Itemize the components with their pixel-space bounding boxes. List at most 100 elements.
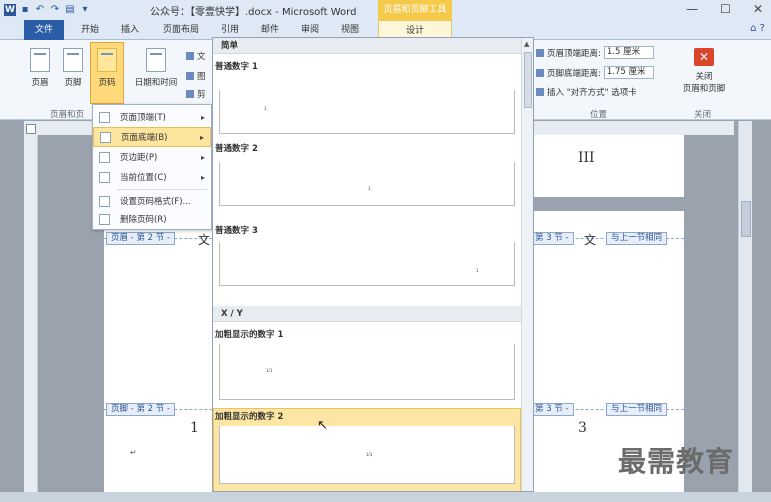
sample-number: 1 — [264, 106, 267, 111]
context-tool-label: 页眉和页脚工具 — [378, 0, 452, 20]
insert-align-tab-button[interactable]: 插入 "对齐方式" 选项卡 — [536, 86, 637, 98]
print-preview-icon[interactable]: ▤ — [64, 4, 76, 16]
menu-remove-page-numbers-label: 删除页码(R) — [120, 215, 167, 225]
vertical-scrollbar[interactable] — [738, 121, 752, 492]
menu-page-margins-label: 页边距(P) — [120, 153, 158, 163]
footer-button[interactable]: 页脚 — [58, 48, 88, 88]
gallery-item-plain-3[interactable]: 1 — [219, 242, 515, 286]
header-icon — [30, 48, 50, 72]
bottom-of-page-icon — [100, 131, 111, 143]
header-tag-left: 页眉 - 第 2 节 - — [106, 232, 176, 245]
footer-page-number-right: 3 — [578, 420, 587, 436]
align-tab-icon — [536, 88, 544, 96]
roman-page-number: III — [578, 150, 595, 166]
footer-distance-field[interactable]: 页脚底端距离: 1.75 厘米 — [536, 66, 654, 79]
maximize-button[interactable]: ☐ — [720, 2, 731, 16]
wen-char-right: 文 — [584, 233, 597, 247]
gallery-item-plain-1[interactable]: 1 — [219, 90, 515, 134]
menu-remove-page-numbers[interactable]: 删除页码(R) — [93, 209, 211, 229]
wen-char-left: 文 — [198, 233, 211, 247]
page-number-label: 页码 — [98, 78, 116, 88]
top-of-page-icon — [99, 111, 110, 123]
header-distance-input[interactable]: 1.5 厘米 — [603, 46, 654, 59]
menu-bottom-of-page[interactable]: 页面底端(B) ▸ — [93, 127, 211, 147]
datetime-label: 日期和时间 — [134, 78, 178, 88]
status-bar — [0, 492, 771, 502]
gallery-scroll-thumb[interactable] — [524, 52, 532, 108]
gallery-item-plain-2[interactable]: 1 — [219, 162, 515, 206]
undo-icon[interactable]: ↶ — [34, 4, 46, 16]
calendar-icon — [146, 48, 166, 72]
picture-icon — [186, 72, 194, 80]
gallery-item-bold-1[interactable]: 1/1 — [219, 344, 515, 400]
menu-top-of-page[interactable]: 页面顶端(T) ▸ — [93, 107, 211, 127]
menu-format-page-numbers-label: 设置页码格式(F)... — [120, 197, 191, 207]
save-icon[interactable]: ▪ — [19, 4, 31, 16]
footer-distance-input[interactable]: 1.75 厘米 — [603, 66, 654, 79]
gallery-section-xy: X / Y — [213, 306, 521, 322]
menu-current-position-label: 当前位置(C) — [120, 173, 167, 183]
footer-tag-left: 页脚 - 第 2 节 - — [106, 403, 176, 416]
word-app-icon[interactable]: W — [4, 4, 16, 16]
menu-format-page-numbers[interactable]: 设置页码格式(F)... — [93, 191, 211, 211]
gallery-item-bold-1-label: 加粗显示的数字 1 — [215, 330, 284, 340]
help-icon[interactable]: ⌂ ? — [750, 23, 765, 34]
tab-insert[interactable]: 插入 — [112, 20, 148, 40]
gallery-item-bold-2[interactable]: 1/1 — [219, 426, 515, 484]
menu-bottom-of-page-label: 页面底端(B) — [121, 133, 168, 143]
tab-selector[interactable] — [26, 124, 36, 134]
close-header-footer-button[interactable]: ✕ 关闭 页眉和页脚 — [682, 48, 726, 94]
submenu-arrow-icon: ▸ — [200, 172, 205, 182]
redo-icon[interactable]: ↷ — [49, 4, 61, 16]
minimize-button[interactable]: — — [686, 2, 698, 16]
doc-info-icon — [186, 52, 194, 60]
group-header-footer-label: 页眉和页 — [50, 110, 85, 120]
gallery-item-plain-1-label: 普通数字 1 — [215, 62, 258, 72]
doc-info-label: 文 — [197, 52, 206, 62]
close-label: 关闭 — [695, 72, 713, 82]
picture-button[interactable]: 图 — [186, 70, 206, 82]
scroll-thumb[interactable] — [741, 201, 751, 237]
tab-page-layout[interactable]: 页面布局 — [152, 20, 210, 40]
page-number-gallery: 简单 普通数字 1 1 普通数字 2 1 普通数字 3 1 X / Y 加粗显示… — [212, 37, 534, 492]
mouse-cursor-icon: ↖ — [317, 418, 328, 433]
sample-number: 1/1 — [266, 368, 273, 373]
insert-align-tab-label: 插入 "对齐方式" 选项卡 — [547, 88, 637, 98]
title-bar: W ▪ ↶ ↷ ▤ ▾ 公众号：【零壹快学】.docx - Microsoft … — [0, 0, 771, 20]
group-position-label: 位置 — [590, 110, 608, 120]
doc-info-button[interactable]: 文 — [186, 50, 206, 62]
footer-page-number-left: 1 — [190, 420, 199, 436]
remove-page-numbers-icon — [99, 213, 110, 225]
submenu-arrow-icon: ▸ — [200, 152, 205, 162]
same-as-previous-footer: 与上一节相同 — [606, 403, 668, 416]
header-tag-right: 第 3 节 - — [530, 232, 574, 245]
gallery-scrollbar[interactable]: ▲ — [521, 38, 533, 491]
window-title: 公众号：【零壹快学】.docx - Microsoft Word — [150, 7, 357, 18]
footer-tag-right: 第 3 节 - — [530, 403, 574, 416]
clipart-button[interactable]: 剪 — [186, 88, 206, 100]
gallery-item-bold-2-label: 加粗显示的数字 2 — [215, 412, 284, 422]
tab-file[interactable]: 文件 — [24, 20, 64, 40]
watermark: 最需教育 — [618, 445, 735, 478]
footer-label: 页脚 — [64, 78, 82, 88]
header-distance-icon — [536, 48, 544, 57]
page-number-button[interactable]: 页码 — [92, 48, 122, 88]
menu-current-position[interactable]: 当前位置(C) ▸ — [93, 167, 211, 187]
page-number-menu: 页面顶端(T) ▸ 页面底端(B) ▸ 页边距(P) ▸ 当前位置(C) ▸ 设置页码格… — [92, 104, 212, 230]
header-distance-field[interactable]: 页眉顶端距离: 1.5 厘米 — [536, 46, 654, 59]
menu-page-margins[interactable]: 页边距(P) ▸ — [93, 147, 211, 167]
close-window-button[interactable]: ✕ — [753, 2, 763, 16]
close-label-2: 页眉和页脚 — [682, 84, 726, 94]
page-margins-icon — [99, 151, 110, 163]
tab-home[interactable]: 开始 — [72, 20, 108, 40]
header-button[interactable]: 页眉 — [26, 48, 54, 88]
scroll-up-icon[interactable]: ▲ — [524, 40, 529, 48]
gallery-item-plain-3-label: 普通数字 3 — [215, 226, 258, 236]
sample-number: 1/1 — [366, 452, 373, 457]
datetime-button[interactable]: 日期和时间 — [128, 48, 184, 88]
footer-distance-label: 页脚底端距离: — [547, 68, 601, 79]
menu-top-of-page-label: 页面顶端(T) — [120, 113, 166, 123]
customize-qat-icon[interactable]: ▾ — [79, 4, 91, 16]
clipart-icon — [186, 90, 194, 98]
paragraph-mark: ↵ — [130, 448, 137, 457]
